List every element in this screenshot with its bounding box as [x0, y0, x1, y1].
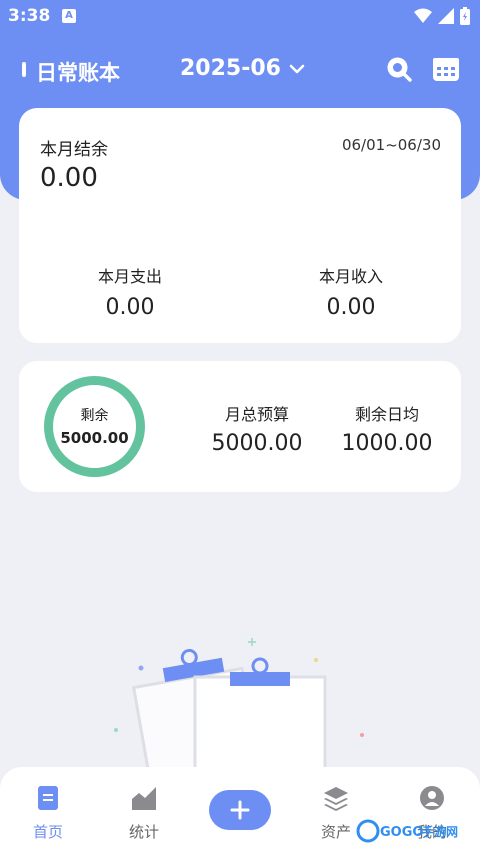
- wifi-icon: [414, 8, 432, 23]
- total-budget-label: 月总预算: [224, 405, 289, 424]
- status-icons: [414, 7, 470, 25]
- budget-card[interactable]: 剩余 5000.00 月总预算 5000.00 剩余日均 1000.00: [19, 361, 461, 492]
- daily-remaining-value: 1000.00: [341, 431, 433, 456]
- watermark-suffix: 手游网: [422, 824, 458, 839]
- search-icon[interactable]: [386, 56, 412, 82]
- expense-stat: 本月支出 0.00: [30, 263, 230, 320]
- expense-label: 本月支出: [97, 267, 162, 286]
- balance-value: 0.00: [40, 163, 98, 193]
- total-budget-value: 5000.00: [211, 431, 303, 456]
- tab-home-label: 首页: [32, 823, 63, 841]
- date-range: 06/01~06/30: [341, 136, 441, 154]
- month-picker[interactable]: 2025-06: [180, 56, 305, 81]
- status-time: 3:38: [8, 6, 51, 26]
- watermark-brand: GOGO: [380, 825, 423, 840]
- book-indicator: [22, 62, 26, 77]
- remaining-label: 剩余: [80, 408, 109, 424]
- tab-stats-label: 统计: [128, 823, 159, 841]
- home-doc-icon: [38, 786, 58, 810]
- plus-icon: [230, 800, 250, 820]
- tab-home[interactable]: 首页: [8, 785, 88, 842]
- layers-icon: [324, 787, 348, 811]
- status-bar: 3:38 A: [0, 0, 480, 34]
- chart-icon: [131, 784, 157, 810]
- remaining-value: 5000.00: [60, 429, 129, 447]
- income-value: 0.00: [326, 295, 376, 320]
- daily-remaining: 剩余日均 1000.00: [317, 401, 457, 456]
- book-title[interactable]: 日常账本: [36, 57, 120, 87]
- income-label: 本月收入: [318, 267, 383, 286]
- notification-icon: A: [62, 9, 76, 23]
- profile-icon: [420, 786, 444, 810]
- month-label: 2025-06: [180, 56, 281, 81]
- add-record-button[interactable]: [209, 790, 271, 830]
- monthly-summary-card: 本月结余 0.00 06/01~06/30 本月支出 0.00 本月收入 0.0…: [19, 108, 461, 343]
- calendar-icon[interactable]: [432, 56, 460, 82]
- chevron-down-icon: [289, 64, 305, 73]
- expense-value: 0.00: [105, 295, 155, 320]
- app-header: 日常账本 2025-06: [0, 52, 480, 88]
- signal-icon: [438, 8, 454, 24]
- budget-ring: 剩余 5000.00: [44, 376, 145, 477]
- watermark-logo: GOGO 手游网: [356, 819, 458, 843]
- empty-state-illustration: [114, 638, 364, 780]
- daily-remaining-label: 剩余日均: [354, 405, 419, 424]
- income-stat: 本月收入 0.00: [251, 263, 451, 320]
- battery-icon: [460, 7, 470, 25]
- total-budget: 月总预算 5000.00: [187, 401, 327, 456]
- balance-label: 本月结余: [40, 140, 108, 160]
- tab-stats[interactable]: 统计: [104, 784, 184, 842]
